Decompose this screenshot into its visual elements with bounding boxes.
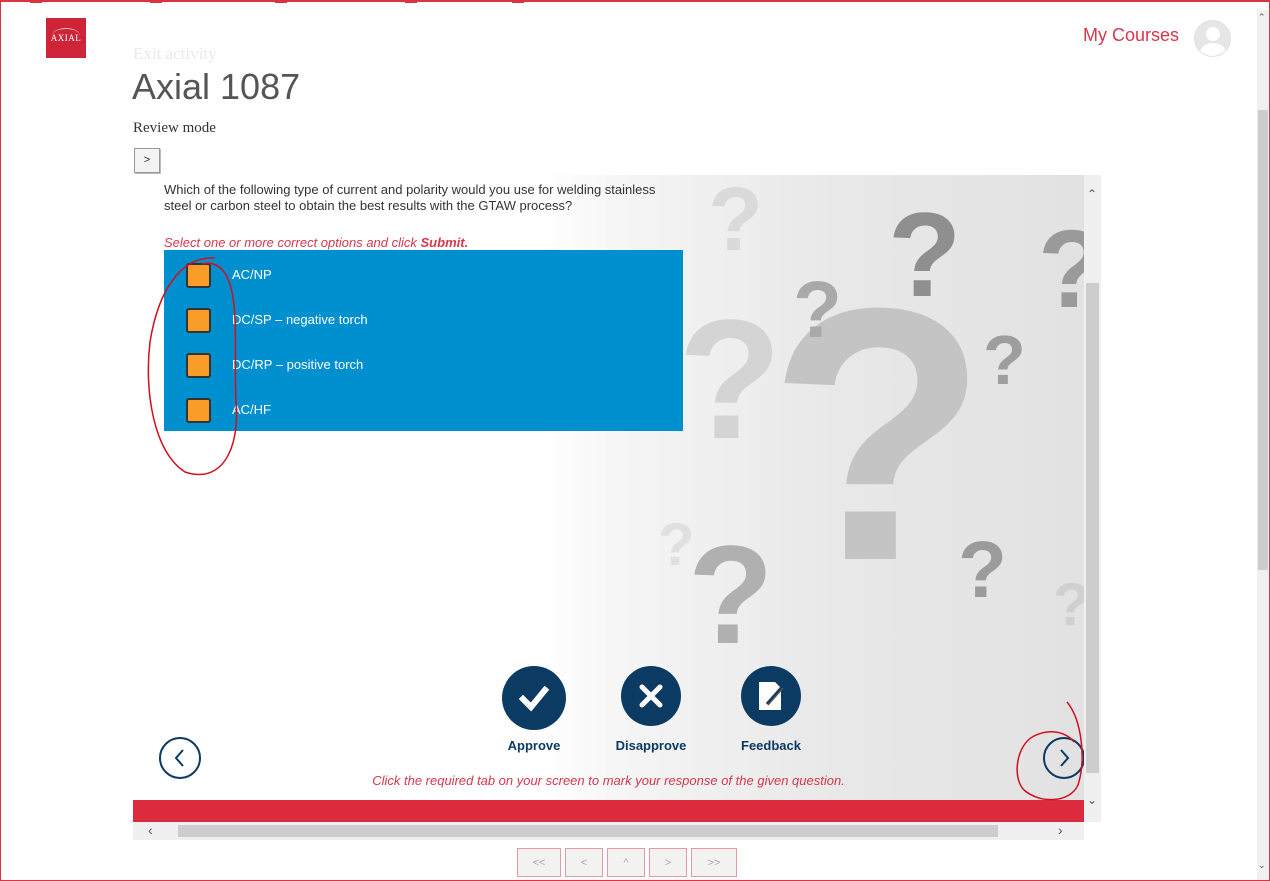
option-checkbox[interactable] <box>186 398 211 423</box>
prev-page-button[interactable]: < <box>565 848 603 877</box>
toggle-toc-button[interactable]: > <box>134 148 160 173</box>
scroll-right-icon[interactable]: › <box>1058 822 1063 838</box>
option-label[interactable]: AC/NP <box>232 267 272 282</box>
first-page-button[interactable]: << <box>517 848 561 877</box>
page-scrollbar-thumb[interactable] <box>1258 110 1268 570</box>
chevron-right-icon <box>1060 749 1070 767</box>
option-label[interactable]: DC/SP – negative torch <box>232 312 368 327</box>
question-text: Which of the following type of current a… <box>164 182 656 213</box>
option-item[interactable]: AC/NP <box>164 261 683 301</box>
option-checkbox[interactable] <box>186 263 211 288</box>
option-label[interactable]: AC/HF <box>232 402 271 417</box>
page-title: Axial 1087 <box>132 66 301 107</box>
scroll-up-icon[interactable]: ⌃ <box>1087 187 1097 201</box>
chevron-left-icon <box>174 749 184 767</box>
feedback-label[interactable]: Feedback <box>733 738 809 753</box>
disapprove-button[interactable]: Disapprove <box>609 666 693 753</box>
approve-button[interactable]: Approve <box>498 666 570 753</box>
page-scroll-up-icon[interactable]: ⌃ <box>1258 12 1266 23</box>
scroll-left-icon[interactable]: ‹ <box>148 822 153 838</box>
page-scroll-down-icon[interactable]: ⌄ <box>1258 860 1266 871</box>
top-decoration <box>0 0 530 3</box>
page-vertical-scrollbar[interactable]: ⌃ ⌄ <box>1257 10 1269 880</box>
edit-note-icon[interactable] <box>741 666 801 726</box>
exit-activity-link[interactable]: Exit activity <box>133 44 217 64</box>
user-avatar-icon[interactable] <box>1194 20 1231 57</box>
activity-stage: ? ? ? ? ? ? ? ? ? ? ? Which of the follo… <box>133 175 1101 840</box>
slide-pager: << < ^ > >> <box>517 848 737 877</box>
instruction-text: Select one or more correct options and c… <box>164 235 469 250</box>
stage-horizontal-scrollbar[interactable]: ‹ › <box>133 822 1084 840</box>
scrollbar-thumb[interactable] <box>178 825 998 837</box>
approve-label[interactable]: Approve <box>498 738 570 753</box>
axial-logo[interactable]: AXIAL <box>46 18 86 58</box>
scroll-down-icon[interactable]: ⌄ <box>1087 793 1097 807</box>
option-item[interactable]: DC/RP – positive torch <box>164 351 683 391</box>
option-item[interactable]: DC/SP – negative torch <box>164 306 683 346</box>
last-page-button[interactable]: >> <box>691 848 737 877</box>
scrollbar-thumb[interactable] <box>1086 283 1099 773</box>
option-label[interactable]: DC/RP – positive torch <box>232 357 363 372</box>
feedback-button[interactable]: Feedback <box>733 666 809 753</box>
footer-instruction: Click the required tab on your screen to… <box>372 773 845 788</box>
check-icon[interactable] <box>502 666 566 730</box>
my-courses-link[interactable]: My Courses <box>1083 25 1179 46</box>
next-page-button[interactable]: > <box>649 848 687 877</box>
up-page-button[interactable]: ^ <box>607 848 645 877</box>
options-panel: AC/NP DC/SP – negative torch DC/RP – pos… <box>164 250 683 431</box>
option-item[interactable]: AC/HF <box>164 396 683 436</box>
disapprove-label[interactable]: Disapprove <box>609 738 693 753</box>
option-checkbox[interactable] <box>186 353 211 378</box>
option-checkbox[interactable] <box>186 308 211 333</box>
progress-bar <box>133 800 1084 822</box>
cross-icon[interactable] <box>621 666 681 726</box>
review-mode-label: Review mode <box>133 120 216 136</box>
stage-vertical-scrollbar[interactable]: ⌃ ⌄ <box>1084 175 1101 822</box>
